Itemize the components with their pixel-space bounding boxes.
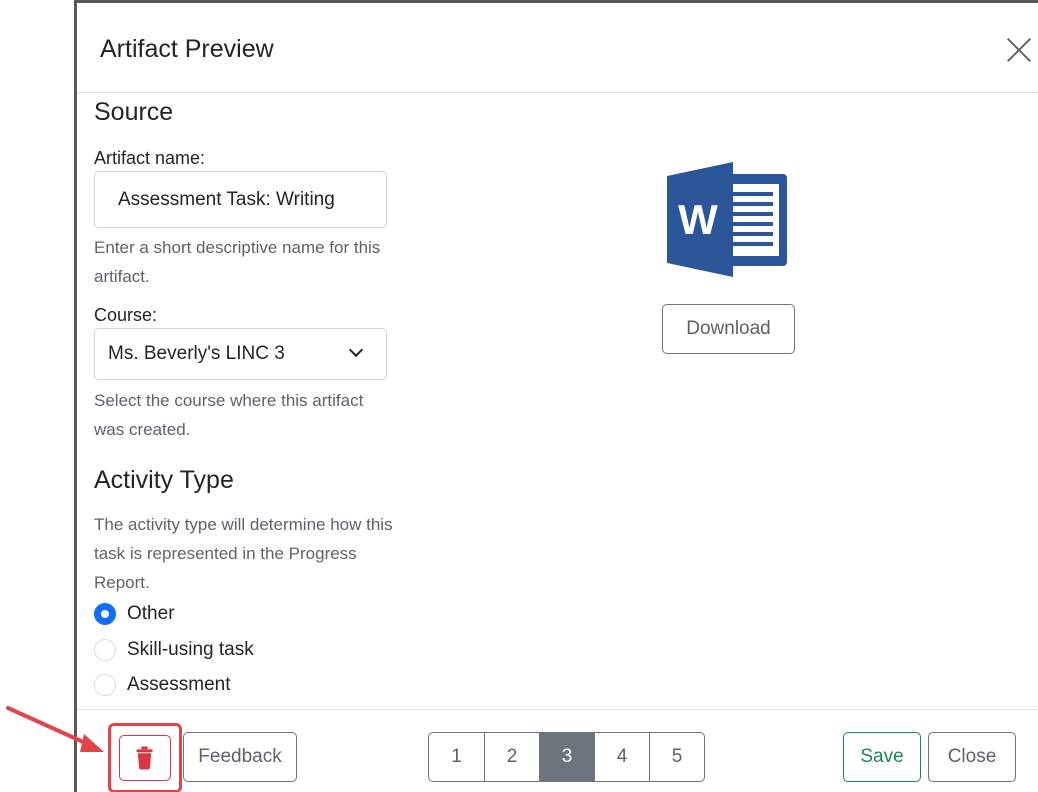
radio-label: Assessment bbox=[127, 674, 231, 695]
page-button-3[interactable]: 3 bbox=[539, 733, 594, 781]
activity-type-help: The activity type will determine how thi… bbox=[94, 515, 393, 592]
feedback-button[interactable]: Feedback bbox=[183, 732, 297, 782]
source-heading: Source bbox=[94, 98, 174, 126]
annotation-arrow bbox=[6, 706, 104, 752]
page-button-5[interactable]: 5 bbox=[649, 733, 704, 781]
save-button[interactable]: Save bbox=[843, 732, 921, 782]
radio-label: Skill-using task bbox=[127, 639, 254, 660]
close-icon[interactable] bbox=[1006, 37, 1032, 63]
svg-text:W: W bbox=[678, 196, 718, 243]
radio-label: Other bbox=[127, 603, 175, 624]
page: Artifact Preview Source Artifact name: A… bbox=[0, 0, 1038, 792]
artifact-preview-modal: Artifact Preview Source Artifact name: A… bbox=[74, 0, 1038, 792]
artifact-name-label: Artifact name: bbox=[94, 148, 206, 168]
course-select[interactable]: Ms. Beverly's LINC 3 bbox=[94, 328, 387, 380]
artifact-name-help: Enter a short descriptive name for this … bbox=[94, 238, 381, 286]
page-button-4[interactable]: 4 bbox=[594, 733, 649, 781]
close-button[interactable]: Close bbox=[928, 732, 1016, 782]
trash-icon bbox=[136, 746, 153, 770]
microsoft-word-icon: W bbox=[667, 162, 787, 277]
course-label: Course: bbox=[94, 305, 158, 325]
delete-button[interactable] bbox=[119, 735, 171, 781]
page-button-2[interactable]: 2 bbox=[484, 733, 539, 781]
radio-button[interactable] bbox=[94, 639, 116, 661]
radio-button-checked[interactable] bbox=[94, 603, 116, 625]
page-button-1[interactable]: 1 bbox=[429, 733, 484, 781]
modal-header: Artifact Preview bbox=[77, 3, 1038, 93]
activity-type-heading: Activity Type bbox=[94, 466, 234, 494]
course-select-value: Ms. Beverly's LINC 3 bbox=[108, 343, 285, 364]
download-button[interactable]: Download bbox=[662, 304, 795, 354]
artifact-name-input[interactable]: Assessment Task: Writing bbox=[94, 171, 387, 228]
pagination: 1 2 3 4 5 bbox=[428, 732, 705, 782]
course-help: Select the course where this artifact wa… bbox=[94, 391, 364, 439]
modal-title: Artifact Preview bbox=[100, 35, 274, 63]
chevron-down-icon bbox=[348, 342, 364, 358]
